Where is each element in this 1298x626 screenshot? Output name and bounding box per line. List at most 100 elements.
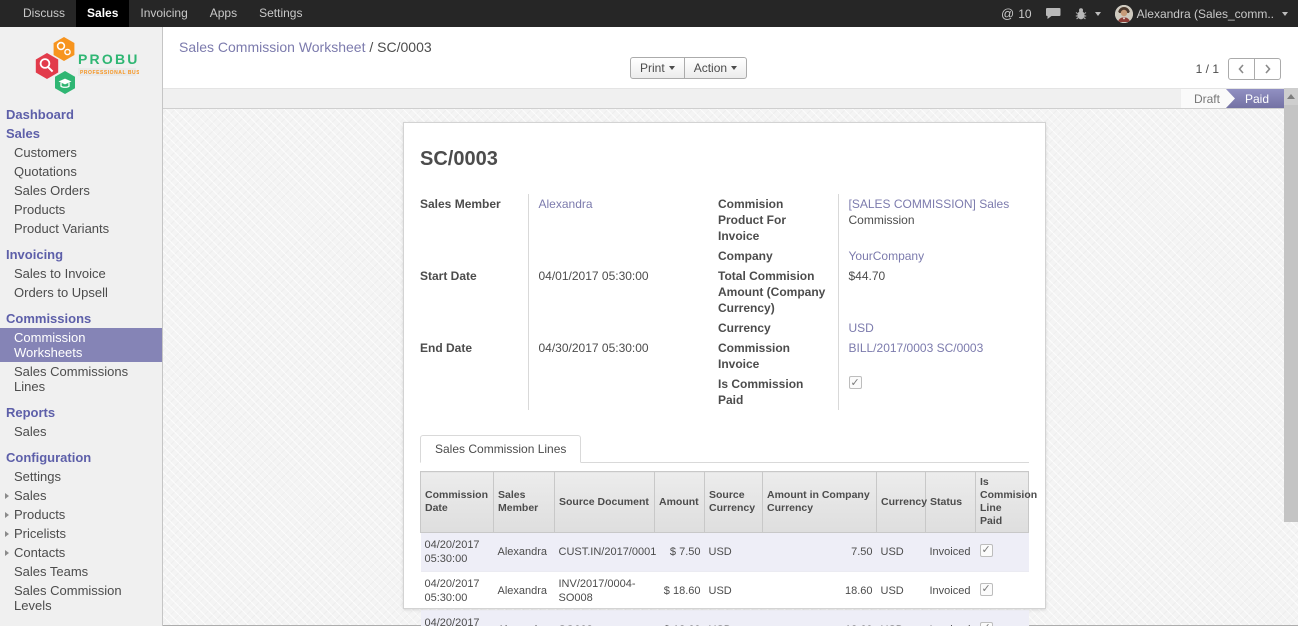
sales-member-value-link[interactable]: Alexandra [539,197,593,211]
cell-commission-date: 04/20/2017 10:35:53 [421,611,494,626]
topbar-menu-discuss[interactable]: Discuss [12,0,76,27]
sidebar-item-sales-teams[interactable]: Sales Teams [0,562,162,581]
sidebar-heading-configuration[interactable]: Configuration [0,448,162,467]
start-date-value: 04/01/2017 05:30:00 [528,266,700,338]
sidebar-item-sales-to-invoice[interactable]: Sales to Invoice [0,264,162,283]
print-button[interactable]: Print [630,57,685,79]
line-paid-checkbox[interactable] [980,622,993,626]
col-sales-member[interactable]: Sales Member [494,472,555,533]
arrow-up-icon [1287,90,1295,99]
sidebar-item-reports-sales[interactable]: Sales [0,422,162,441]
sidebar-item-sales-orders[interactable]: Sales Orders [0,181,162,200]
commission-lines-table: Commission Date Sales Member Source Docu… [420,471,1029,626]
line-paid-checkbox[interactable] [980,583,993,596]
sidebar-item-config-pricelists[interactable]: Pricelists [0,524,162,543]
sidebar-item-products[interactable]: Products [0,200,162,219]
col-source-currency[interactable]: Source Currency [705,472,763,533]
col-amount-company-currency[interactable]: Amount in Company Currency [763,472,877,533]
commission-invoice-label: Commission Invoice [718,338,838,374]
cell-sales-member: Alexandra [494,611,555,626]
caret-down-icon [1282,12,1288,19]
total-commission-label: Total Commision Amount (Company Currency… [718,266,838,318]
cell-amount-company: 18.60 [763,611,877,626]
right-field-group: Commision Product For Invoice [SALES COM… [718,194,1029,410]
topbar-menu-invoicing[interactable]: Invoicing [129,0,198,27]
user-menu[interactable]: Alexandra (Sales_comm.. [1115,5,1288,23]
topbar-menu-apps[interactable]: Apps [199,0,248,27]
bug-icon [1075,7,1087,20]
commission-invoice-value-link[interactable]: BILL/2017/0003 SC/0003 [849,341,984,355]
commission-product-value-rest: Commission [849,212,1030,228]
col-amount[interactable]: Amount [655,472,705,533]
sidebar-item-product-variants[interactable]: Product Variants [0,219,162,238]
col-is-commission-line-paid[interactable]: Is Commision Line Paid [976,472,1029,533]
sidebar-item-config-contacts[interactable]: Contacts [0,543,162,562]
sidebar-heading-dashboard[interactable]: Dashboard [0,105,162,124]
col-status[interactable]: Status [926,472,976,533]
is-commission-paid-label: Is Commission Paid [718,374,838,410]
cell-sales-member: Alexandra [494,533,555,572]
cell-currency: USD [877,533,926,572]
cell-status: Invoiced [926,533,976,572]
table-row[interactable]: 04/20/2017 10:35:53 Alexandra SO008 $ 18… [421,611,1029,626]
cell-currency: USD [877,611,926,626]
col-source-document[interactable]: Source Document [555,472,655,533]
sidebar-heading-reports[interactable]: Reports [0,403,162,422]
sales-member-label: Sales Member [420,194,528,266]
sidebar-item-config-sales[interactable]: Sales [0,486,162,505]
pager-count: 1 / 1 [1196,62,1219,76]
chevron-right-icon [1263,64,1272,74]
sidebar-heading-invoicing[interactable]: Invoicing [0,245,162,264]
vertical-scrollbar[interactable] [1284,88,1298,522]
scroll-up-button[interactable] [1284,88,1298,105]
action-button-label: Action [694,61,727,75]
pager-next-button[interactable] [1254,58,1281,80]
sidebar-item-settings[interactable]: Settings [0,467,162,486]
commission-product-value-link[interactable]: [SALES COMMISSION] Sales [849,197,1010,211]
debug-menu[interactable] [1075,7,1101,20]
start-date-label: Start Date [420,266,528,338]
cell-amount-company: 18.60 [763,572,877,611]
main-area: Sales Commission Worksheet / SC/0003 Pri… [163,27,1298,626]
sidebar-item-quotations[interactable]: Quotations [0,162,162,181]
messages-counter[interactable]: 10 [1001,6,1032,21]
table-row[interactable]: 04/20/2017 05:30:00 Alexandra INV/2017/0… [421,572,1029,611]
status-step-draft[interactable]: Draft [1181,89,1235,108]
control-panel: Sales Commission Worksheet / SC/0003 Pri… [163,27,1298,88]
cell-source-document: CUST.IN/2017/0001 [555,533,655,572]
sidebar-item-sales-commission-levels[interactable]: Sales Commission Levels [0,581,162,615]
sidebar-item-config-products[interactable]: Products [0,505,162,524]
topbar-menu-sales[interactable]: Sales [76,0,129,27]
breadcrumb-separator: / [369,39,373,55]
sidebar-heading-commissions[interactable]: Commissions [0,309,162,328]
user-name: Alexandra (Sales_comm.. [1137,7,1274,21]
cell-source-currency: USD [705,611,763,626]
action-button[interactable]: Action [684,57,747,79]
total-commission-value: $44.70 [838,266,1029,318]
col-commission-date[interactable]: Commission Date [421,472,494,533]
company-value-link[interactable]: YourCompany [849,249,925,263]
cell-source-currency: USD [705,533,763,572]
is-commission-paid-checkbox[interactable] [849,376,862,389]
sidebar-item-customers[interactable]: Customers [0,143,162,162]
chat-bubble-icon [1046,7,1061,20]
sidebar-item-commission-worksheets[interactable]: Commission Worksheets [0,328,162,362]
sidebar-heading-sales[interactable]: Sales [0,124,162,143]
sidebar-section-configuration: Configuration Settings Sales Products Pr… [0,448,162,615]
currency-value-link[interactable]: USD [849,321,874,335]
topbar-menu-settings[interactable]: Settings [248,0,313,27]
caret-down-icon [731,66,737,73]
sidebar-item-orders-to-upsell[interactable]: Orders to Upsell [0,283,162,302]
pager-previous-button[interactable] [1228,58,1255,80]
sidebar-item-sales-commissions-lines[interactable]: Sales Commissions Lines [0,362,162,396]
action-buttons: Print Action [630,57,747,79]
table-header-row: Commission Date Sales Member Source Docu… [421,472,1029,533]
print-button-label: Print [640,61,665,75]
table-row[interactable]: 04/20/2017 05:30:00 Alexandra CUST.IN/20… [421,533,1029,572]
at-icon [1001,6,1014,21]
col-currency[interactable]: Currency [877,472,926,533]
breadcrumb-parent-link[interactable]: Sales Commission Worksheet [179,39,365,55]
line-paid-checkbox[interactable] [980,544,993,557]
tab-sales-commission-lines[interactable]: Sales Commission Lines [420,435,581,463]
chat-button[interactable] [1046,7,1061,20]
